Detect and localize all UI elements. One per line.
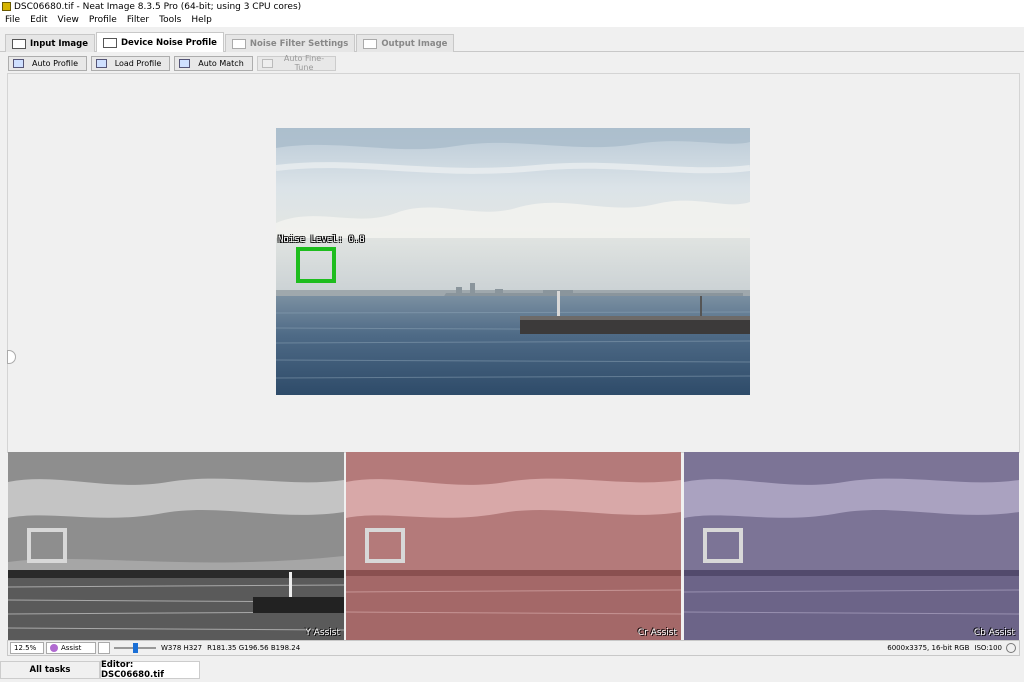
color-wheel-icon bbox=[50, 644, 58, 652]
output-image-icon bbox=[363, 38, 378, 49]
tab-label: Input Image bbox=[30, 38, 88, 49]
fine-tune-icon bbox=[262, 58, 273, 68]
zoom-value: 12.5% bbox=[14, 644, 37, 652]
auto-fine-tune-button[interactable]: Auto Fine-Tune bbox=[257, 54, 336, 72]
profile-toolbar: Auto Profile Load Profile Auto Match Aut… bbox=[0, 53, 1024, 73]
menu-tools[interactable]: Tools bbox=[154, 15, 186, 25]
view-mode-dropdown[interactable]: Assist bbox=[46, 642, 96, 654]
menu-filter[interactable]: Filter bbox=[122, 15, 154, 25]
cb-assist-label: Cb Assist bbox=[973, 628, 1015, 638]
zoom-dropdown[interactable]: 12.5% bbox=[10, 642, 44, 654]
title-bar: DSC06680.tif - Neat Image 8.3.5 Pro (64-… bbox=[0, 0, 1024, 13]
tab-device-noise-profile[interactable]: Device Noise Profile bbox=[95, 32, 224, 52]
noise-level-label: Noise Level: 0.8 bbox=[278, 235, 365, 245]
slider-thumb[interactable] bbox=[132, 643, 138, 653]
cb-assist-panel[interactable]: Cb Assist bbox=[684, 452, 1019, 640]
tab-output-image[interactable]: Output Image bbox=[356, 34, 455, 52]
load-profile-button[interactable]: Load Profile bbox=[91, 55, 170, 71]
view-mode-value: Assist bbox=[61, 644, 82, 652]
y-assist-label: Y Assist bbox=[305, 628, 340, 638]
menu-edit[interactable]: Edit bbox=[25, 15, 52, 25]
window-title: DSC06680.tif - Neat Image 8.3.5 Pro (64-… bbox=[14, 1, 302, 12]
cr-sample-box bbox=[365, 528, 405, 563]
folder-icon bbox=[96, 58, 107, 68]
info-icon[interactable] bbox=[1006, 643, 1016, 653]
brightness-slider[interactable] bbox=[114, 643, 156, 653]
brightness-icon[interactable] bbox=[98, 642, 110, 654]
cb-sample-box bbox=[703, 528, 743, 563]
tab-editor[interactable]: Editor: DSC06680.tif bbox=[100, 660, 200, 680]
cr-assist-label: Cr Assist bbox=[637, 628, 677, 638]
tab-input-image[interactable]: Input Image bbox=[5, 34, 95, 52]
menu-bar: File Edit View Profile Filter Tools Help bbox=[0, 13, 1024, 27]
workflow-tabs: Input Image Device Noise Profile Noise F… bbox=[0, 32, 1024, 52]
selection-size: W378 H327 bbox=[161, 644, 203, 652]
app-icon bbox=[2, 2, 11, 11]
menu-help[interactable]: Help bbox=[186, 15, 217, 25]
noise-filter-settings-icon bbox=[231, 38, 246, 49]
auto-match-icon bbox=[179, 58, 190, 68]
auto-profile-icon bbox=[13, 58, 24, 68]
y-sample-box bbox=[27, 528, 67, 563]
status-bar: 12.5% Assist W378 H327 R181.35 G196.56 B… bbox=[7, 640, 1020, 656]
tab-noise-filter-settings[interactable]: Noise Filter Settings bbox=[224, 34, 356, 52]
menu-view[interactable]: View bbox=[53, 15, 84, 25]
tab-all-tasks[interactable]: All tasks bbox=[0, 661, 100, 679]
bottom-tabs: All tasks Editor: DSC06680.tif bbox=[0, 660, 1024, 682]
tab-label: Noise Filter Settings bbox=[249, 38, 349, 49]
menu-file[interactable]: File bbox=[0, 15, 25, 25]
file-info: 6000x3375, 16-bit RGB bbox=[887, 644, 970, 652]
device-noise-profile-icon bbox=[102, 37, 117, 48]
auto-profile-button[interactable]: Auto Profile bbox=[8, 55, 87, 71]
rgb-readout: R181.35 G196.56 B198.24 bbox=[207, 644, 301, 652]
cr-assist-panel[interactable]: Cr Assist bbox=[346, 452, 681, 640]
tab-label: Output Image bbox=[381, 38, 448, 49]
input-photo[interactable] bbox=[276, 128, 750, 395]
seascape-image bbox=[276, 128, 750, 395]
noise-analysis-area[interactable] bbox=[296, 247, 336, 283]
iso-value: ISO:100 bbox=[974, 644, 1002, 652]
menu-profile[interactable]: Profile bbox=[84, 15, 122, 25]
tab-label: Device Noise Profile bbox=[120, 37, 217, 48]
y-assist-panel[interactable]: Y Assist bbox=[8, 452, 344, 640]
auto-match-button[interactable]: Auto Match bbox=[174, 55, 253, 71]
input-image-icon bbox=[12, 38, 26, 49]
